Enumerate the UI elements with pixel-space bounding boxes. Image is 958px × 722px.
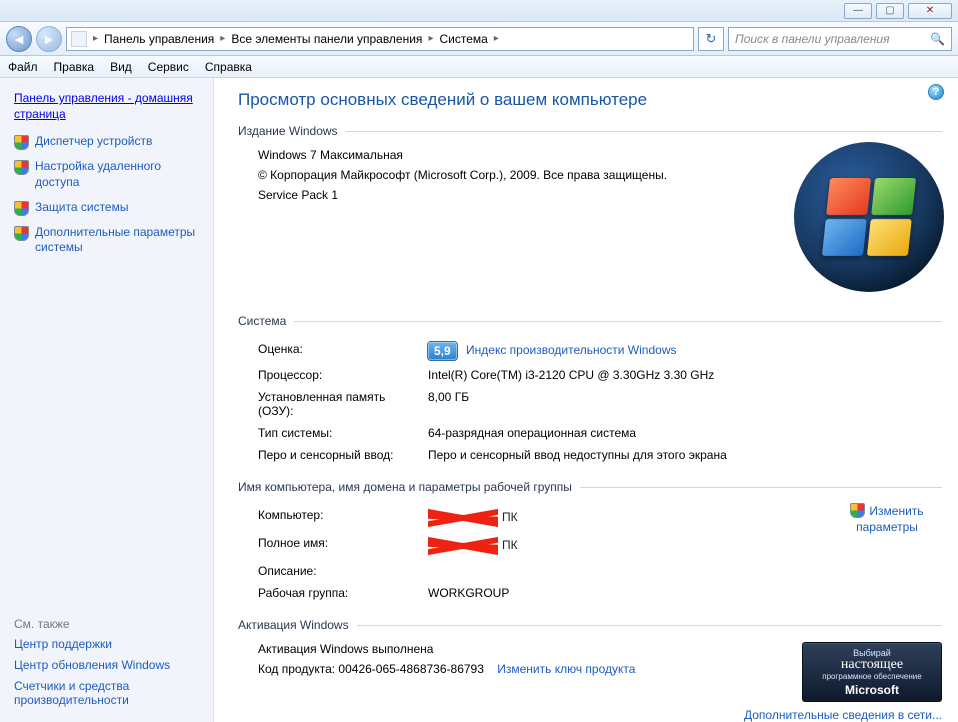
shield-icon — [14, 135, 29, 150]
back-button[interactable]: ◄ — [6, 26, 32, 52]
breadcrumb[interactable]: Все элементы панели управления — [231, 32, 422, 46]
system-type-label: Тип системы: — [258, 422, 428, 444]
sidebar-home[interactable]: Панель управления - домашняя страница — [14, 91, 193, 121]
forward-button[interactable]: ► — [36, 26, 62, 52]
shield-icon — [14, 201, 29, 216]
content-pane: ? Просмотр основных сведений о вашем ком… — [214, 78, 958, 722]
wei-score: 5,9 — [428, 342, 457, 360]
menu-help[interactable]: Справка — [205, 60, 252, 74]
menu-edit[interactable]: Правка — [54, 60, 95, 74]
change-key-link[interactable]: Изменить ключ продукта — [497, 662, 635, 676]
windows-logo — [794, 142, 944, 292]
search-placeholder: Поиск в панели управления — [735, 32, 890, 46]
refresh-button[interactable]: ↻ — [698, 27, 724, 51]
genuine-badge[interactable]: Выбирай настоящее программное обеспечени… — [802, 642, 942, 702]
system-type-value: 64-разрядная операционная система — [428, 422, 741, 444]
computer-value: ПК — [428, 504, 532, 532]
search-icon: 🔍 — [930, 32, 945, 46]
description-label: Описание: — [258, 560, 428, 582]
chevron-right-icon: ▸ — [494, 33, 499, 44]
wei-link[interactable]: Индекс производительности Windows — [466, 343, 676, 357]
section-computer-name: Имя компьютера, имя домена и параметры р… — [238, 480, 942, 608]
search-input[interactable]: Поиск в панели управления 🔍 — [728, 27, 952, 51]
system-icon — [71, 31, 87, 47]
description-value — [428, 560, 532, 582]
computer-label: Компьютер: — [258, 504, 428, 532]
change-settings-link[interactable]: Изменить параметры — [832, 502, 942, 535]
workgroup-value: WORKGROUP — [428, 582, 532, 604]
shield-icon — [14, 160, 29, 175]
cpu-value: Intel(R) Core(TM) i3-2120 CPU @ 3.30GHz … — [428, 364, 741, 386]
redacted-scribble — [428, 536, 498, 556]
shield-icon — [14, 226, 29, 241]
help-icon[interactable]: ? — [928, 84, 944, 100]
section-legend: Имя компьютера, имя домена и параметры р… — [238, 480, 580, 494]
section-legend: Издание Windows — [238, 124, 346, 138]
close-button[interactable]: ✕ — [908, 3, 952, 19]
fullname-label: Полное имя: — [258, 532, 428, 560]
breadcrumb[interactable]: Система — [439, 32, 487, 46]
window-titlebar: — ▢ ✕ — [0, 0, 958, 22]
sidebar-see-also-label: См. также — [14, 617, 203, 631]
page-title: Просмотр основных сведений о вашем компь… — [238, 90, 942, 110]
sidebar-windows-update[interactable]: Центр обновления Windows — [14, 658, 203, 672]
address-bar[interactable]: ▸ Панель управления ▸ Все элементы панел… — [66, 27, 694, 51]
minimize-button[interactable]: — — [844, 3, 872, 19]
breadcrumb[interactable]: Панель управления — [104, 32, 214, 46]
product-key-label: Код продукта: — [258, 662, 338, 676]
product-key-value: 00426-065-4868736-86793 — [338, 662, 483, 676]
ram-value: 8,00 ГБ — [428, 386, 741, 422]
sidebar-item-device-manager[interactable]: Диспетчер устройств — [35, 134, 152, 150]
rating-label: Оценка: — [258, 338, 428, 364]
sidebar-item-protection[interactable]: Защита системы — [35, 200, 128, 216]
shield-icon — [850, 503, 865, 518]
pen-value: Перо и сенсорный ввод недоступны для это… — [428, 444, 741, 466]
chevron-right-icon: ▸ — [428, 33, 433, 44]
menu-tools[interactable]: Сервис — [148, 60, 189, 74]
menu-view[interactable]: Вид — [110, 60, 132, 74]
section-activation: Активация Windows Выбирай настоящее прог… — [238, 618, 942, 722]
fullname-value: ПК — [428, 532, 532, 560]
pen-label: Перо и сенсорный ввод: — [258, 444, 428, 466]
cpu-label: Процессор: — [258, 364, 428, 386]
section-system: Система Оценка: 5,9 Индекс производитель… — [238, 314, 942, 470]
sidebar-perf-tools[interactable]: Счетчики и средства производительности — [14, 679, 203, 707]
workgroup-label: Рабочая группа: — [258, 582, 428, 604]
sidebar: Панель управления - домашняя страница Ди… — [0, 78, 214, 722]
section-windows-edition: Издание Windows Windows 7 Максимальная ©… — [238, 124, 942, 304]
sidebar-item-remote[interactable]: Настройка удаленного доступа — [35, 159, 203, 190]
menu-file[interactable]: Файл — [8, 60, 38, 74]
maximize-button[interactable]: ▢ — [876, 3, 904, 19]
section-legend: Система — [238, 314, 294, 328]
sidebar-item-advanced[interactable]: Дополнительные параметры системы — [35, 225, 203, 256]
navigation-bar: ◄ ► ▸ Панель управления ▸ Все элементы п… — [0, 22, 958, 56]
chevron-right-icon: ▸ — [220, 33, 225, 44]
ram-label: Установленная память (ОЗУ): — [258, 386, 428, 422]
redacted-scribble — [428, 508, 498, 528]
chevron-right-icon: ▸ — [93, 33, 98, 44]
menu-bar: Файл Правка Вид Сервис Справка — [0, 56, 958, 78]
more-info-online-link[interactable]: Дополнительные сведения в сети... — [744, 708, 942, 722]
sidebar-action-center[interactable]: Центр поддержки — [14, 637, 203, 651]
section-legend: Активация Windows — [238, 618, 357, 632]
